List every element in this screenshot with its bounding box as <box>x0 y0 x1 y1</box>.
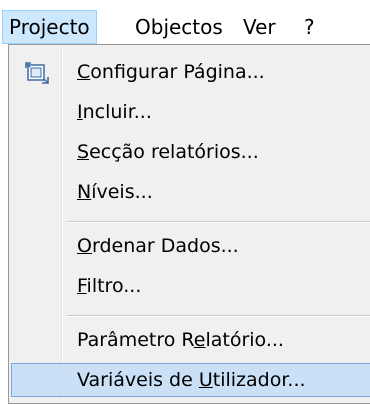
menu-item-parametro-relatorio-label: Parâmetro Relatório... <box>77 329 284 351</box>
menu-objectos[interactable]: Objectos <box>129 10 229 44</box>
menu-item-ordenar-dados-label: Ordenar Dados... <box>77 235 239 257</box>
menu-separator <box>67 221 370 223</box>
menu-item-filtro-label: Filtro... <box>77 275 142 297</box>
menu-ver[interactable]: Ver <box>237 10 282 44</box>
menu-objectos-label: Objectos <box>135 15 223 39</box>
menu-bar: Projecto Objectos Ver ? <box>0 0 370 48</box>
menu-item-configurar-pagina[interactable]: Configurar Página... <box>11 55 370 89</box>
menu-item-incluir-label: Incluir... <box>77 101 152 123</box>
menu-item-variaveis-utilizador[interactable]: Variáveis de Utilizador... <box>11 363 370 397</box>
menu-separator <box>67 315 370 317</box>
menu-item-incluir[interactable]: Incluir... <box>11 95 370 129</box>
menu-item-variaveis-utilizador-label: Variáveis de Utilizador... <box>77 369 306 391</box>
projecto-dropdown-menu: Configurar Página... Incluir... Secção r… <box>8 44 370 404</box>
menu-item-parametro-relatorio[interactable]: Parâmetro Relatório... <box>11 323 370 357</box>
menu-projecto[interactable]: Projecto <box>2 10 97 44</box>
menu-item-seccao-relatorios-label: Secção relatórios... <box>77 141 259 163</box>
page-setup-icon <box>25 61 49 84</box>
menu-item-niveis-label: Níveis... <box>77 181 153 203</box>
menu-item-ordenar-dados[interactable]: Ordenar Dados... <box>11 229 370 263</box>
menu-item-filtro[interactable]: Filtro... <box>11 269 370 303</box>
menu-item-seccao-relatorios[interactable]: Secção relatórios... <box>11 135 370 169</box>
menu-help[interactable]: ? <box>298 10 321 44</box>
menu-help-label: ? <box>304 15 315 39</box>
menu-item-configurar-pagina-label: Configurar Página... <box>77 61 265 83</box>
menu-projecto-label: Projecto <box>9 15 90 39</box>
menu-ver-label: Ver <box>243 15 276 39</box>
menu-item-niveis[interactable]: Níveis... <box>11 175 370 209</box>
